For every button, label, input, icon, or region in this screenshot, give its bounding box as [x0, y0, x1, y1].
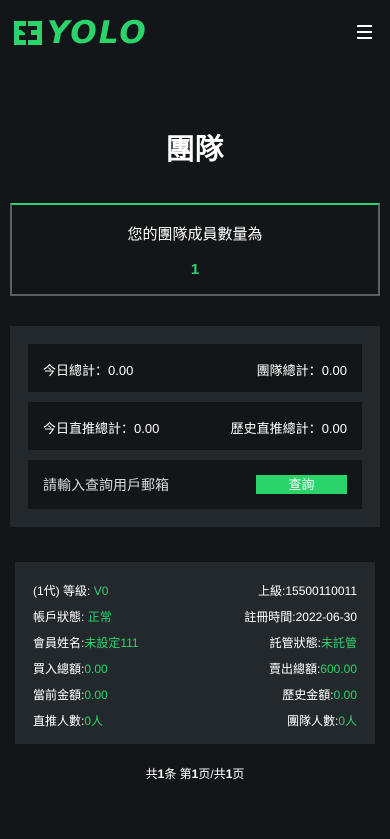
team-total-value: 0.00: [321, 363, 347, 378]
team-count-box: 您的團隊成員數量為 1: [10, 203, 380, 296]
member-row-1: (1代) 等級: V0 上級:15500110011: [33, 584, 357, 598]
stats-row-totals: 今日總計：0.00 團隊總計：0.00: [28, 344, 362, 392]
today-direct-total: 今日直推總計：0.00: [43, 421, 160, 436]
member-custody: 未託管: [320, 636, 357, 650]
team-total: 團隊總計：0.00: [256, 363, 347, 378]
member-history-amount: 0.00: [333, 688, 357, 702]
member-name: 未設定111: [84, 636, 139, 650]
hamburger-menu-icon[interactable]: [354, 22, 376, 42]
search-button[interactable]: 查詢: [256, 475, 347, 494]
bird-logo-icon: [14, 21, 42, 45]
member-row-4: 買入總額:0.00 賣出總額:600.00: [33, 662, 357, 676]
brand-logo[interactable]: YOLO: [12, 16, 148, 50]
pagination: 共1条 第1页/共1页: [145, 767, 245, 781]
search-row: 查詢: [28, 460, 362, 509]
member-status: 正常: [87, 610, 112, 624]
member-row-5: 當前金額:0.00 歷史金額:0.00: [33, 688, 357, 702]
member-buy-total: 0.00: [84, 662, 108, 676]
team-count-label: 您的團隊成員數量為: [127, 226, 263, 243]
member-level: V0: [93, 584, 109, 598]
today-total: 今日總計：0.00: [43, 363, 134, 378]
history-direct-total: 歷史直推總計：0.00: [230, 421, 347, 436]
member-team-count: 0人: [338, 714, 357, 728]
member-superior: 15500110011: [285, 584, 357, 598]
member-row-2: 帳戶狀態: 正常 註冊時間:2022-06-30: [33, 610, 357, 624]
today-total-value: 0.00: [108, 363, 134, 378]
today-direct-value: 0.00: [134, 421, 160, 436]
member-card: (1代) 等級: V0 上級:15500110011 帳戶狀態: 正常 註冊時間…: [15, 562, 375, 744]
member-sell-total: 600.00: [320, 662, 357, 676]
app-header: YOLO: [0, 0, 390, 66]
page-title: 團隊: [165, 134, 224, 166]
member-generation: (1代): [33, 584, 60, 598]
email-search-input[interactable]: [43, 474, 243, 496]
history-direct-value: 0.00: [321, 421, 347, 436]
member-reg-time: 2022-06-30: [295, 610, 357, 624]
stats-row-direct: 今日直推總計：0.00 歷史直推總計：0.00: [28, 402, 362, 450]
member-current-amount: 0.00: [84, 688, 108, 702]
member-row-3: 會員姓名:未設定111 託管狀態:未託管: [33, 636, 357, 650]
member-direct-count: 0人: [84, 714, 104, 728]
team-count-value: 1: [190, 261, 200, 278]
stats-panel: 今日總計：0.00 團隊總計：0.00 今日直推總計：0.00 歷史直推總計：0…: [10, 326, 380, 527]
member-row-6: 直推人數:0人 團隊人數:0人: [33, 714, 357, 728]
brand-name: YOLO: [47, 15, 148, 51]
